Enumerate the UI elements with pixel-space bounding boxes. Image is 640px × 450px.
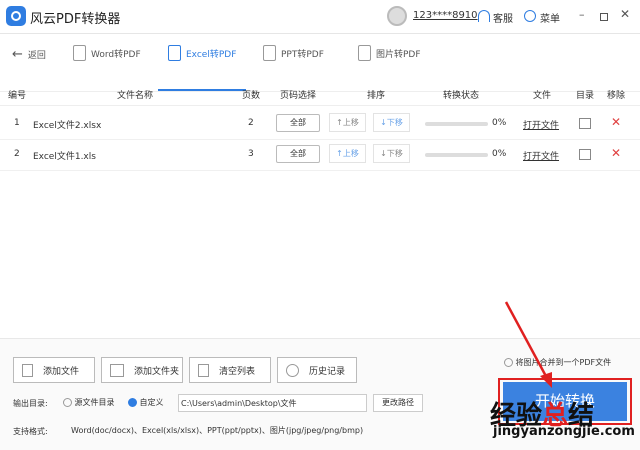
file-name: Excel文件1.xls xyxy=(33,152,96,162)
source-label: 源文件目录 xyxy=(74,398,115,407)
row-number: 1 xyxy=(14,118,20,128)
folder-add-icon xyxy=(110,363,124,377)
maximize-icon[interactable] xyxy=(600,13,608,21)
tab-label: Word转PDF xyxy=(91,49,141,60)
add-folder-button[interactable]: 添加文件夹 xyxy=(101,357,183,383)
clock-icon xyxy=(286,363,299,377)
minimize-icon[interactable]: – xyxy=(579,8,585,21)
document-icon xyxy=(168,45,181,61)
title-bar: 风云PDF转换器 123****8910 客服 菜单 – ✕ xyxy=(0,0,640,34)
tab-bar: ← 返回 Word转PDF Excel转PDF PPT转PDF 图片转PDF xyxy=(0,34,640,92)
header-remove: 移除 xyxy=(607,91,626,101)
arrow-left-icon: ← xyxy=(12,47,23,62)
trash-icon xyxy=(198,363,209,377)
open-file-link[interactable]: 打开文件 xyxy=(523,149,559,162)
remove-icon[interactable]: ✕ xyxy=(611,146,621,160)
move-up-button[interactable]: ↑上移 xyxy=(329,144,366,163)
add-folder-label: 添加文件夹 xyxy=(134,366,180,377)
tab-label: Excel转PDF xyxy=(186,49,237,60)
table-row: 1 Excel文件2.xlsx 2 全部 ↑上移 ↓下移 0% 打开文件 ✕ xyxy=(0,109,640,140)
avatar[interactable] xyxy=(387,6,407,26)
history-button[interactable]: 历史记录 xyxy=(277,357,357,383)
file-add-icon xyxy=(22,363,33,377)
tab-ppt-to-pdf[interactable]: PPT转PDF xyxy=(263,45,324,61)
add-file-label: 添加文件 xyxy=(43,366,80,377)
tab-label: 图片转PDF xyxy=(376,49,421,60)
output-label: 输出目录: xyxy=(13,399,48,408)
app-title: 风云PDF转换器 xyxy=(30,12,121,27)
tab-image-to-pdf[interactable]: 图片转PDF xyxy=(358,45,421,61)
move-down-button[interactable]: ↓下移 xyxy=(373,113,410,132)
header-divider xyxy=(0,105,640,106)
progress-text: 0% xyxy=(492,149,507,159)
progress-text: 0% xyxy=(492,118,507,128)
formats-label: 支持格式: xyxy=(13,427,48,436)
back-button[interactable]: ← 返回 xyxy=(12,47,46,62)
custom-radio[interactable] xyxy=(128,398,137,407)
back-label: 返回 xyxy=(27,51,46,61)
progress-bar xyxy=(425,153,488,157)
custom-label: 自定义 xyxy=(139,398,164,407)
clear-list-label: 清空列表 xyxy=(219,366,256,377)
remove-icon[interactable]: ✕ xyxy=(611,115,621,129)
row-number: 2 xyxy=(14,149,20,159)
header-filename: 文件名称 xyxy=(117,91,154,101)
page-range-button[interactable]: 全部 xyxy=(276,145,320,163)
menu-button[interactable]: 菜单 xyxy=(540,10,560,25)
change-path-button[interactable]: 更改路径 xyxy=(373,394,423,412)
header-status: 转换状态 xyxy=(443,91,480,101)
folder-icon[interactable] xyxy=(579,118,591,129)
header-number: 编号 xyxy=(8,91,27,101)
service-button[interactable]: 客服 xyxy=(493,10,513,25)
document-icon xyxy=(358,45,371,61)
table-row: 2 Excel文件1.xls 3 全部 ↑上移 ↓下移 0% 打开文件 ✕ xyxy=(0,140,640,171)
headset-icon[interactable] xyxy=(478,10,490,22)
watermark-url: jingyanzongjie.com xyxy=(493,424,635,439)
add-file-button[interactable]: 添加文件 xyxy=(13,357,95,383)
move-up-button[interactable]: ↑上移 xyxy=(329,113,366,132)
header-order: 排序 xyxy=(367,91,386,101)
source-radio[interactable] xyxy=(63,398,72,407)
history-label: 历史记录 xyxy=(309,366,346,377)
clear-list-button[interactable]: 清空列表 xyxy=(189,357,271,383)
folder-icon[interactable] xyxy=(579,149,591,160)
document-icon xyxy=(73,45,86,61)
close-icon[interactable]: ✕ xyxy=(620,7,630,21)
header-file: 文件 xyxy=(533,91,552,101)
formats-value: Word(doc/docx)、Excel(xls/xlsx)、PPT(ppt/p… xyxy=(71,426,364,435)
header-pages: 页数 xyxy=(242,91,261,101)
menu-icon[interactable] xyxy=(524,10,536,22)
tab-label: PPT转PDF xyxy=(281,49,324,60)
app-logo-icon xyxy=(6,6,26,26)
progress-bar xyxy=(425,122,488,126)
file-name: Excel文件2.xlsx xyxy=(33,121,102,131)
page-count: 2 xyxy=(248,118,254,128)
source-dir-option[interactable]: 源文件目录 xyxy=(63,397,115,408)
page-count: 3 xyxy=(248,149,254,159)
annotation-arrow xyxy=(504,301,552,388)
document-icon xyxy=(263,45,276,61)
tab-word-to-pdf[interactable]: Word转PDF xyxy=(73,45,141,61)
output-path-input[interactable]: C:\Users\admin\Desktop\文件 xyxy=(178,394,367,412)
open-file-link[interactable]: 打开文件 xyxy=(523,118,559,131)
custom-dir-option[interactable]: 自定义 xyxy=(128,397,164,408)
header-directory: 目录 xyxy=(576,91,595,101)
active-tab-indicator xyxy=(158,89,246,91)
move-down-button[interactable]: ↓下移 xyxy=(373,144,410,163)
header-page-range: 页码选择 xyxy=(280,91,317,101)
user-account-link[interactable]: 123****8910 xyxy=(413,10,478,21)
tab-excel-to-pdf[interactable]: Excel转PDF xyxy=(168,45,236,61)
page-range-button[interactable]: 全部 xyxy=(276,114,320,132)
